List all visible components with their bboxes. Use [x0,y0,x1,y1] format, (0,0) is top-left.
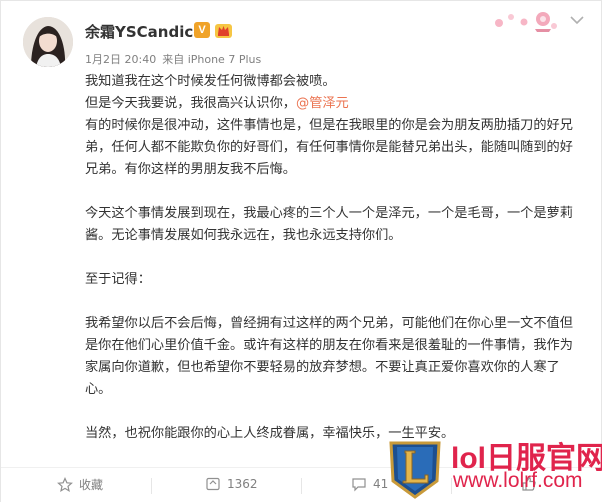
post-source[interactable]: 来自 iPhone 7 Plus [162,53,261,66]
collect-label: 收藏 [79,478,104,492]
author-name[interactable]: 余霜YSCandice [85,21,203,42]
collect-button[interactable]: 收藏 [57,476,103,493]
repost-button[interactable]: 1362 [205,476,258,492]
post-paragraph: 至于记得： [85,272,151,287]
divider [301,478,302,494]
avatar[interactable] [23,17,73,67]
post-line-text: 但是今天我要说，我很高兴认识你， [85,96,296,111]
post-meta: 1月2日 20:40 来自 iPhone 7 Plus [85,51,261,67]
repost-count: 1362 [227,477,258,491]
watermark-url: www.lolrf.com [453,469,583,492]
post-line: 但是今天我要说，我很高兴认识你，@管泽元 [85,93,585,115]
post-line: 我知道我在这个时候发任何微博都会被喷。 [85,74,336,89]
post-paragraph: 今天这个事情发展到现在，我最心疼的三个人一个是泽元，一个是毛哥，一个是萝莉酱。无… [85,206,573,243]
post-body: 我知道我在这个时候发任何微博都会被喷。 但是今天我要说，我很高兴认识你，@管泽元… [85,71,585,445]
post-paragraph: 有的时候你是很冲动，这件事情也是，但是在我眼里的你是会为朋友两肋插刀的好兄弟，任… [85,118,573,177]
site-watermark: lol日服官网 www.lolrf.com [373,429,602,502]
comment-icon [352,478,366,492]
chevron-down-icon[interactable] [570,15,584,25]
mention-link[interactable]: @管泽元 [296,96,349,111]
post-time[interactable]: 1月2日 20:40 [85,53,156,66]
flower-decoration [495,12,557,32]
repost-icon [206,477,220,491]
post-paragraph: 我希望你以后不会后悔，曾经拥有过这样的两个兄弟，可能他们在你心里一文不值但是你在… [85,316,573,397]
star-icon [57,476,73,492]
verified-icon: V [194,22,210,38]
weibo-post-card: 余霜YSCandice V 1月2日 20:40 来自 iPhone 7 Plus… [0,0,602,502]
crown-icon [215,24,232,38]
lol-logo [389,441,441,499]
divider [151,478,152,494]
